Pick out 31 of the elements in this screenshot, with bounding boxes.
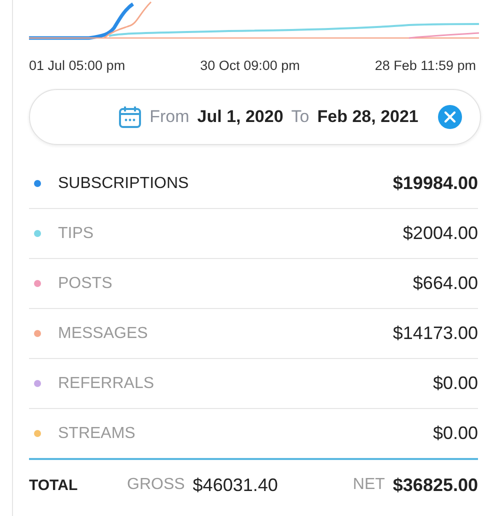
- category-row[interactable]: MESSAGES $14173.00: [29, 309, 478, 359]
- category-row[interactable]: REFERRALS $0.00: [29, 359, 478, 409]
- date-range-field[interactable]: From Jul 1, 2020 To Feb 28, 2021: [29, 89, 481, 145]
- category-amount: $14173.00: [392, 323, 478, 344]
- category-name: SUBSCRIPTIONS: [58, 174, 190, 192]
- to-label: To: [291, 107, 310, 127]
- category-row[interactable]: POSTS $664.00: [29, 259, 478, 309]
- gross-label: GROSS: [127, 476, 185, 494]
- category-row[interactable]: SUBSCRIPTIONS $19984.00: [29, 159, 478, 209]
- category-amount: $2004.00: [402, 223, 478, 244]
- gross-amount: $46031.40: [192, 474, 279, 496]
- category-name: TIPS: [58, 224, 95, 242]
- category-amount: $0.00: [432, 423, 478, 444]
- category-amount: $0.00: [432, 373, 478, 394]
- axis-label: 01 Jul 05:00 pm: [29, 58, 126, 73]
- from-date: Jul 1, 2020: [197, 107, 284, 127]
- category-name: REFERRALS: [58, 374, 156, 392]
- category-amount: $664.00: [412, 273, 478, 294]
- category-name: STREAMS: [58, 424, 136, 442]
- category-amount: $19984.00: [392, 173, 478, 194]
- axis-label: 28 Feb 11:59 pm: [374, 58, 476, 73]
- category-name: MESSAGES: [58, 324, 149, 342]
- axis-label: 30 Oct 09:00 pm: [200, 58, 300, 73]
- category-name: POSTS: [58, 274, 114, 292]
- total-label: TOTAL: [29, 476, 79, 494]
- net-amount: $36825.00: [392, 474, 478, 496]
- category-row[interactable]: TIPS $2004.00: [29, 209, 478, 259]
- from-label: From: [150, 107, 190, 127]
- net-label: NET: [352, 476, 385, 494]
- category-row[interactable]: STREAMS $0.00: [29, 409, 478, 460]
- to-date: Feb 28, 2021: [317, 107, 418, 127]
